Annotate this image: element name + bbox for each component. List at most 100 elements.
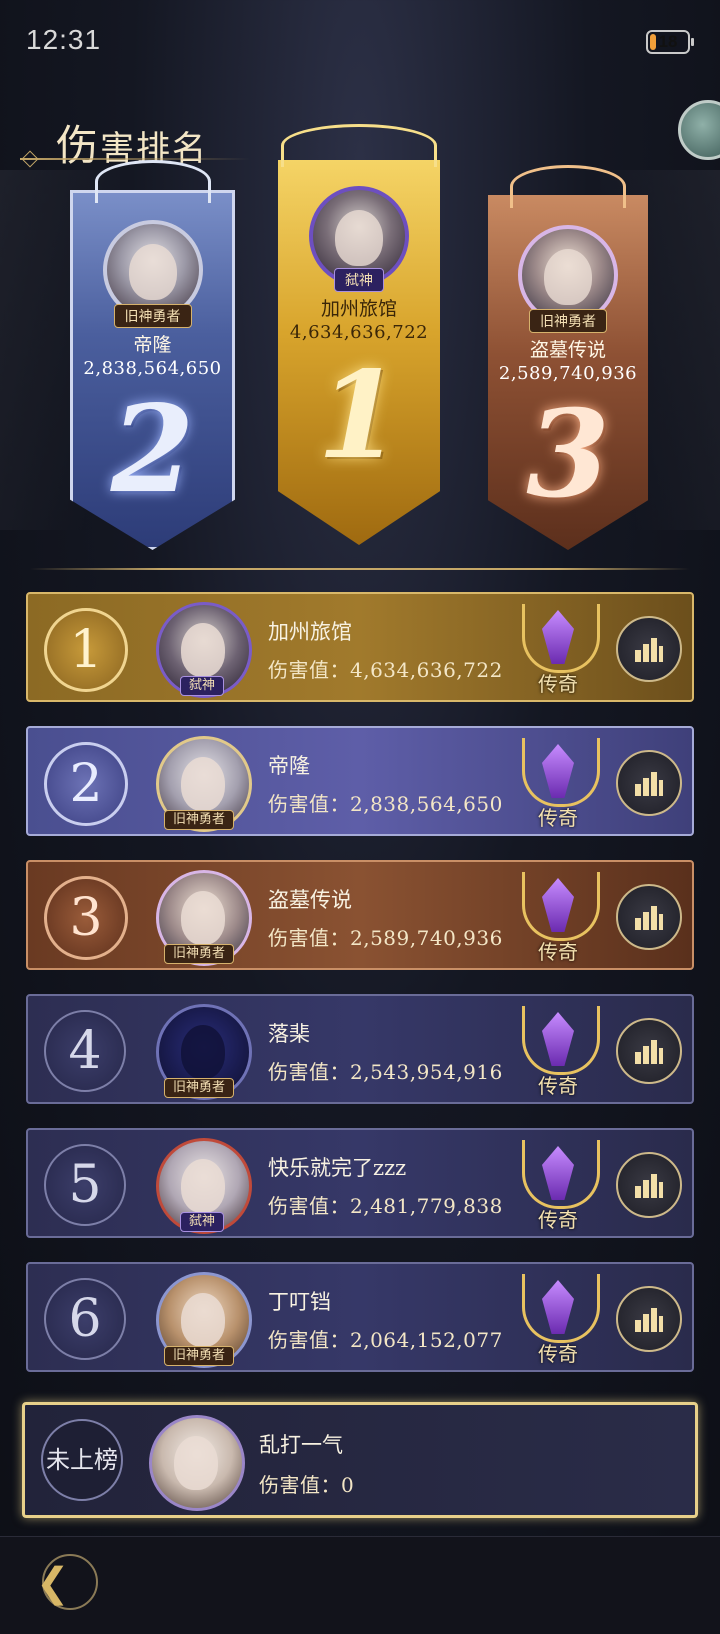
bars [635,1308,663,1332]
legend-badge-icon: 传奇 [522,1136,600,1234]
avatar-face [181,1025,225,1079]
legend-badge-icon: 传奇 [522,1270,600,1368]
score-label: 伤害值： [268,1194,350,1218]
bar [659,1048,663,1064]
badge-label: 传奇 [538,672,578,696]
bar [635,1186,641,1198]
ranking-row[interactable]: 4 旧神勇者 落棐 伤害值：2,543,954,916 传奇 [26,994,694,1104]
bar [659,646,663,662]
bar [635,1052,641,1064]
score-value: 2,838,564,650 [350,792,503,816]
podium-first[interactable]: 弑神 加州旅馆 4,634,636,722 1 [278,124,440,545]
ranking-row[interactable]: 3 旧神勇者 盗墓传说 伤害值：2,589,740,936 传奇 [26,860,694,970]
bar-chart-icon[interactable] [616,750,682,816]
bar [659,1182,663,1198]
score-value: 2,589,740,936 [350,926,503,950]
player-name: 快乐就完了zzz [268,1156,407,1180]
page-title-first: 伤 [56,121,101,170]
player-name: 帝隆 [133,334,172,356]
avatar[interactable] [149,1415,245,1511]
bar [659,1316,663,1332]
podium-third[interactable]: 旧神勇者 盗墓传说 2,589,740,936 3 [488,165,648,550]
bar [643,644,649,662]
my-ranking-row[interactable]: 未上榜 乱打一气 伤害值：0 [22,1402,698,1518]
rank-number: 2 [110,379,195,520]
player-name: 加州旅馆 [320,298,397,320]
battery-percent: 18 [658,32,678,51]
title-underline [20,158,250,160]
bar [651,638,657,662]
bar [635,918,641,930]
status-bar: 12:31 18 [0,0,720,80]
player-name: 帝隆 [268,754,310,778]
rank-number: 2 [44,742,128,826]
player-name: 加州旅馆 [268,620,352,644]
title-badge: 弑神 [180,1212,225,1232]
legend-badge-icon: 传奇 [522,600,600,698]
bar-chart-icon[interactable] [616,1286,682,1352]
player-score: 伤害值：2,543,954,916 [268,1056,503,1085]
bars [635,1040,663,1064]
score-value: 2,543,954,916 [350,1060,503,1084]
player-score: 2,589,740,936 [498,363,638,384]
player-score: 伤害值：2,064,152,077 [268,1324,503,1353]
bar [643,1046,649,1064]
avatar-face [181,891,225,945]
bar [635,650,641,662]
bar-chart-icon[interactable] [616,1018,682,1084]
ranking-row[interactable]: 6 旧神勇者 丁叮铛 伤害值：2,064,152,077 传奇 [26,1262,694,1372]
badge-label: 传奇 [538,1342,578,1366]
score-value: 2,481,779,838 [350,1194,503,1218]
player-name: 盗墓传说 [268,888,352,912]
rank-number: 1 [44,608,128,692]
score-label: 伤害值： [268,658,350,682]
legend-badge-icon: 传奇 [522,868,600,966]
ranking-row[interactable]: 1 弑神 加州旅馆 伤害值：4,634,636,722 传奇 [26,592,694,702]
bar [643,778,649,796]
crown-ornament [510,165,626,208]
back-button[interactable]: ❮ [32,1550,102,1616]
bars [635,772,663,796]
legend-badge-icon: 传奇 [522,734,600,832]
score-value: 0 [341,1473,355,1497]
bar [635,784,641,796]
bars [635,906,663,930]
player-name: 乱打一气 [259,1433,343,1457]
player-name: 丁叮铛 [268,1290,331,1314]
bottom-bar [0,1536,720,1634]
bar-chart-icon[interactable] [616,1152,682,1218]
bar [643,1314,649,1332]
score-label: 伤害值： [268,792,350,816]
player-score: 2,838,564,650 [83,358,222,379]
score-value: 4,634,636,722 [350,658,503,682]
title-badge: 旧神勇者 [164,1346,235,1366]
ranking-row[interactable]: 2 旧神勇者 帝隆 伤害值：2,838,564,650 传奇 [26,726,694,836]
podium-second[interactable]: 旧神勇者 帝隆 2,838,564,650 2 [70,160,235,550]
bar-chart-icon[interactable] [616,616,682,682]
title-badge: 弑神 [180,676,225,696]
title-badge: 旧神勇者 [113,304,192,328]
title-badge: 旧神勇者 [164,1078,235,1098]
score-label: 伤害值： [268,1328,350,1352]
bars [635,638,663,662]
rank-number: 3 [526,384,610,525]
rank-number: 未上榜 [41,1419,123,1501]
status-time: 12:31 [26,24,102,55]
rank-number: 5 [44,1144,126,1226]
badge-label: 传奇 [538,1208,578,1232]
bar-chart-icon[interactable] [616,884,682,950]
ranking-row[interactable]: 5 弑神 快乐就完了zzz 伤害值：2,481,779,838 传奇 [26,1128,694,1238]
bar [651,772,657,796]
player-name: 盗墓传说 [529,339,606,361]
floating-bubble-icon[interactable] [678,100,720,160]
divider [30,568,690,570]
avatar-face [335,210,383,266]
title-badge: 弑神 [334,268,384,292]
player-score: 伤害值：2,589,740,936 [268,922,503,951]
bar [651,906,657,930]
title-badge: 旧神勇者 [164,944,235,964]
avatar-face [544,249,592,305]
player-score: 伤害值：4,634,636,722 [268,654,503,683]
avatar-face [174,1436,218,1490]
bar [659,914,663,930]
